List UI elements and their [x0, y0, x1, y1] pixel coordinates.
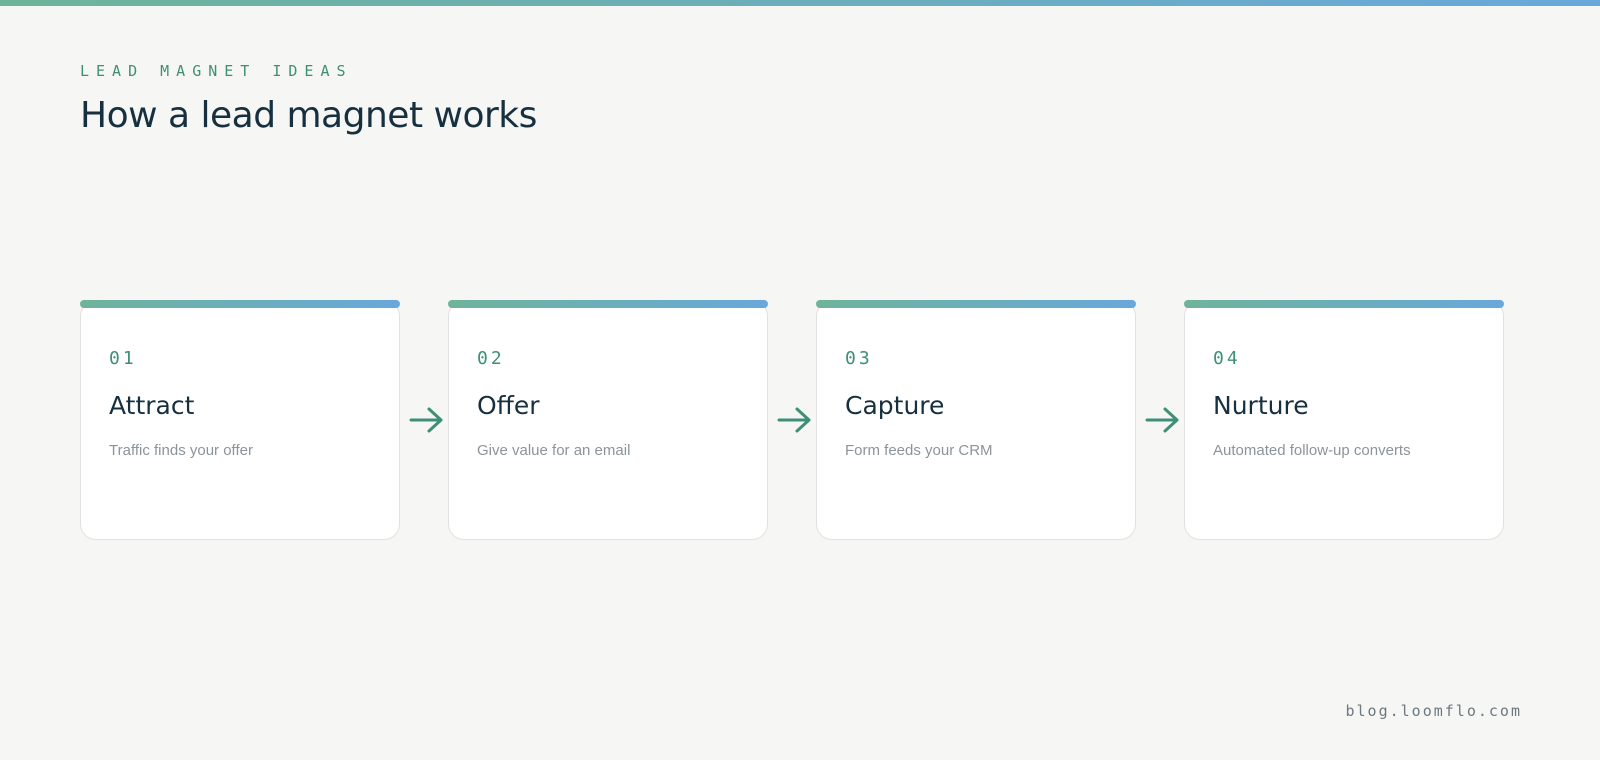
card-accent-bar	[80, 300, 400, 308]
arrow-right-icon	[1145, 407, 1179, 433]
card-accent-bar	[816, 300, 1136, 308]
step-card-nurture: 04 Nurture Automated follow-up converts	[1184, 300, 1504, 540]
arrow-right-icon	[777, 407, 811, 433]
step-title: Nurture	[1213, 391, 1309, 420]
eyebrow-label: LEAD MAGNET IDEAS	[80, 62, 353, 80]
arrow-right-icon	[409, 407, 443, 433]
step-number: 02	[477, 348, 505, 369]
step-title: Attract	[109, 391, 195, 420]
page-title: How a lead magnet works	[80, 95, 537, 136]
step-description: Give value for an email	[477, 442, 631, 459]
step-title: Capture	[845, 391, 945, 420]
step-title: Offer	[477, 391, 540, 420]
process-flow: 01 Attract Traffic finds your offer 02 O…	[80, 300, 1504, 540]
step-card-offer: 02 Offer Give value for an email	[448, 300, 768, 540]
step-description: Traffic finds your offer	[109, 442, 253, 459]
step-description: Automated follow-up converts	[1213, 442, 1411, 459]
step-description: Form feeds your CRM	[845, 442, 993, 459]
footer-url: blog.loomflo.com	[1345, 702, 1522, 720]
step-card-attract: 01 Attract Traffic finds your offer	[80, 300, 400, 540]
card-accent-bar	[1184, 300, 1504, 308]
step-number: 01	[109, 348, 137, 369]
top-gradient-bar	[0, 0, 1600, 6]
card-accent-bar	[448, 300, 768, 308]
step-number: 04	[1213, 348, 1241, 369]
step-card-capture: 03 Capture Form feeds your CRM	[816, 300, 1136, 540]
step-number: 03	[845, 348, 873, 369]
